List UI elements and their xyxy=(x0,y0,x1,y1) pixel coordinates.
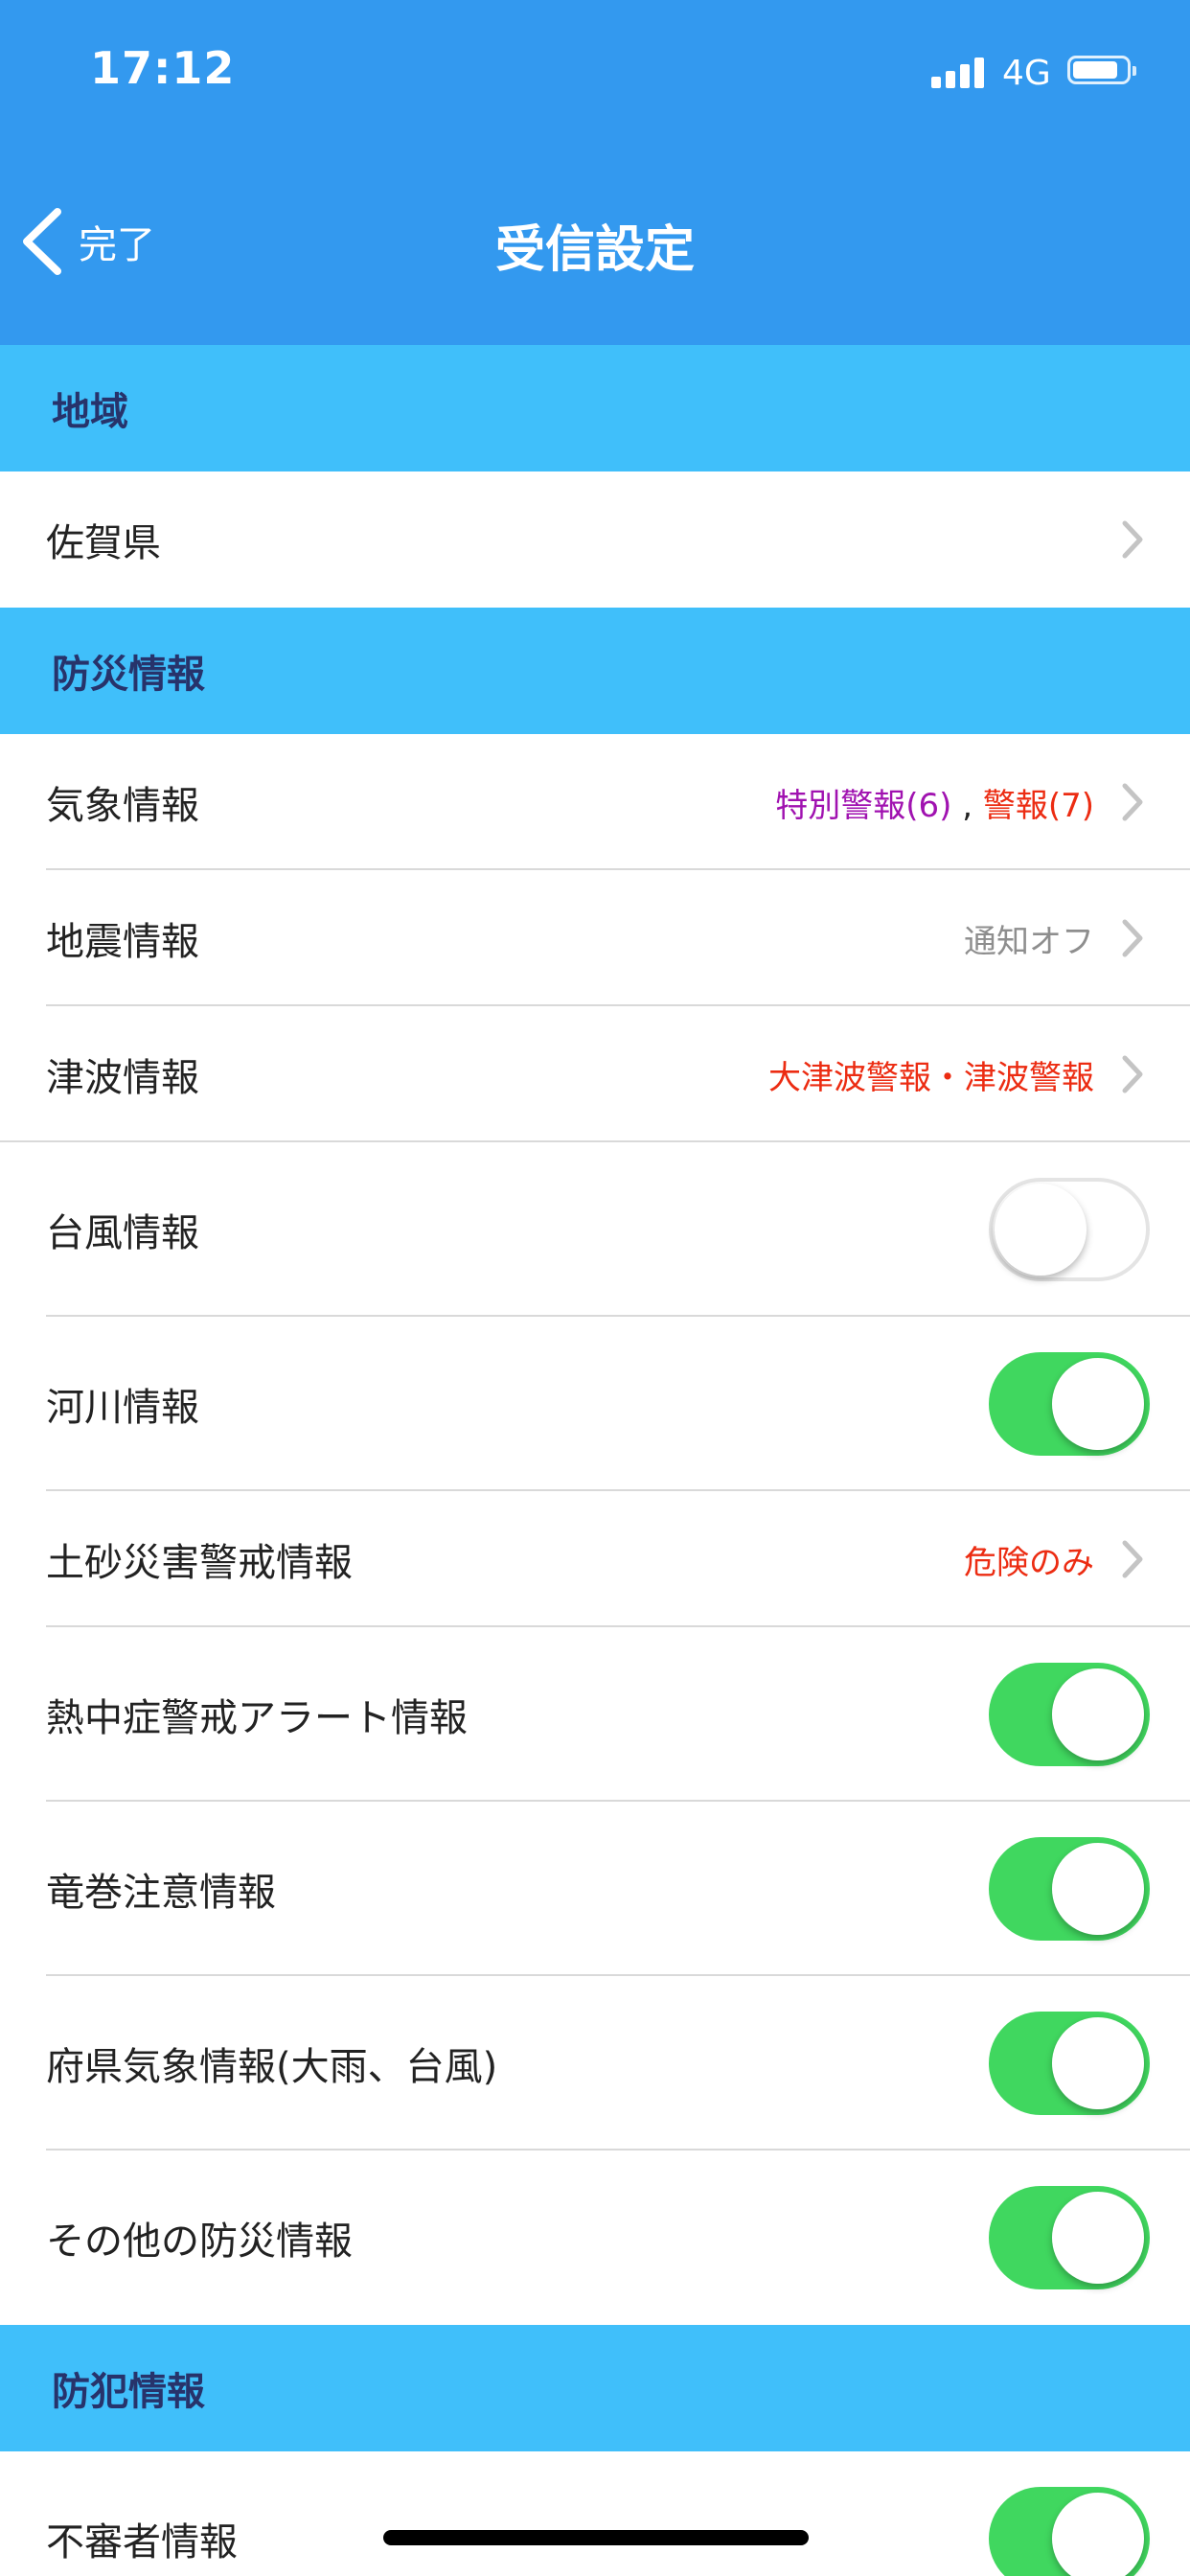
settings-screen: 17:12 4G 完了 受信設定 地域 佐賀県 防災情報 気象情報 特別警報(6… xyxy=(0,0,1190,2576)
typhoon-toggle[interactable] xyxy=(989,1178,1150,1281)
signal-bars-icon xyxy=(931,56,987,88)
weather-value: 特別警報(6) , 警報(7) xyxy=(775,779,1094,826)
home-indicator[interactable] xyxy=(383,2530,809,2545)
warning-count: 警報(7) xyxy=(982,786,1094,825)
page-title: 受信設定 xyxy=(494,221,695,279)
other-disaster-label: その他の防災情報 xyxy=(46,2220,353,2264)
other-disaster-toggle[interactable] xyxy=(989,2186,1150,2289)
list-item-river: 河川情報 xyxy=(0,1317,1190,1491)
landslide-label: 土砂災害警戒情報 xyxy=(46,1541,353,1585)
list-item-heatstroke: 熱中症警戒アラート情報 xyxy=(0,1627,1190,1802)
list-item-region[interactable]: 佐賀県 xyxy=(0,472,1190,608)
list-item-prefecture-weather: 府県気象情報(大雨、台風) xyxy=(0,1976,1190,2150)
toggle-knob xyxy=(995,1184,1087,1276)
list-item-weather[interactable]: 気象情報 特別警報(6) , 警報(7) xyxy=(0,734,1190,870)
list-item-suspicious: 不審者情報 xyxy=(0,2451,1190,2576)
river-label: 河川情報 xyxy=(46,1386,199,1430)
prefecture-weather-toggle[interactable] xyxy=(989,2012,1150,2115)
region-label: 佐賀県 xyxy=(46,521,161,565)
tsunami-value: 大津波警報・津波警報 xyxy=(768,1058,1094,1097)
prefecture-weather-label: 府県気象情報(大雨、台風) xyxy=(46,2045,498,2089)
typhoon-label: 台風情報 xyxy=(46,1211,199,1255)
heatstroke-label: 熱中症警戒アラート情報 xyxy=(46,1696,468,1740)
chevron-right-icon xyxy=(1122,783,1143,821)
navigation-bar: 完了 受信設定 xyxy=(0,144,1190,345)
list-item-tsunami[interactable]: 津波情報 大津波警報・津波警報 xyxy=(0,1006,1190,1142)
list-item-other-disaster: その他の防災情報 xyxy=(0,2150,1190,2325)
section-header-crime: 防犯情報 xyxy=(0,2325,1190,2451)
special-warning-count: 特別警報(6) xyxy=(775,786,952,825)
heatstroke-toggle[interactable] xyxy=(989,1663,1150,1766)
tsunami-label: 津波情報 xyxy=(46,1056,199,1100)
status-bar: 17:12 4G xyxy=(0,0,1190,144)
river-toggle[interactable] xyxy=(989,1352,1150,1456)
network-type: 4G xyxy=(1002,54,1051,93)
list-item-tornado: 竜巻注意情報 xyxy=(0,1802,1190,1976)
settings-list: 地域 佐賀県 防災情報 気象情報 特別警報(6) , 警報(7) 地震情報 通知… xyxy=(0,345,1190,2576)
list-item-earthquake[interactable]: 地震情報 通知オフ xyxy=(0,870,1190,1006)
tornado-label: 竜巻注意情報 xyxy=(46,1871,276,1915)
chevron-right-icon xyxy=(1122,1540,1143,1578)
section-header-disaster: 防災情報 xyxy=(0,608,1190,734)
toggle-knob xyxy=(1052,2493,1144,2576)
toggle-knob xyxy=(1052,2017,1144,2109)
weather-label: 気象情報 xyxy=(46,784,199,828)
section-header-region: 地域 xyxy=(0,345,1190,472)
chevron-right-icon xyxy=(1122,520,1143,559)
value-separator: , xyxy=(951,786,983,825)
toggle-knob xyxy=(1052,1843,1144,1935)
list-item-landslide[interactable]: 土砂災害警戒情報 危険のみ xyxy=(0,1491,1190,1627)
list-item-typhoon: 台風情報 xyxy=(0,1142,1190,1317)
earthquake-label: 地震情報 xyxy=(46,920,199,964)
suspicious-label: 不審者情報 xyxy=(46,2520,238,2564)
tornado-toggle[interactable] xyxy=(989,1837,1150,1941)
status-time: 17:12 xyxy=(90,42,236,94)
suspicious-toggle[interactable] xyxy=(989,2487,1150,2576)
toggle-knob xyxy=(1052,1668,1144,1760)
chevron-right-icon xyxy=(1122,919,1143,957)
toggle-knob xyxy=(1052,2192,1144,2284)
battery-icon xyxy=(1067,56,1136,86)
toggle-knob xyxy=(1052,1358,1144,1450)
chevron-right-icon xyxy=(1122,1055,1143,1093)
earthquake-value: 通知オフ xyxy=(964,922,1094,961)
landslide-value: 危険のみ xyxy=(964,1543,1094,1582)
